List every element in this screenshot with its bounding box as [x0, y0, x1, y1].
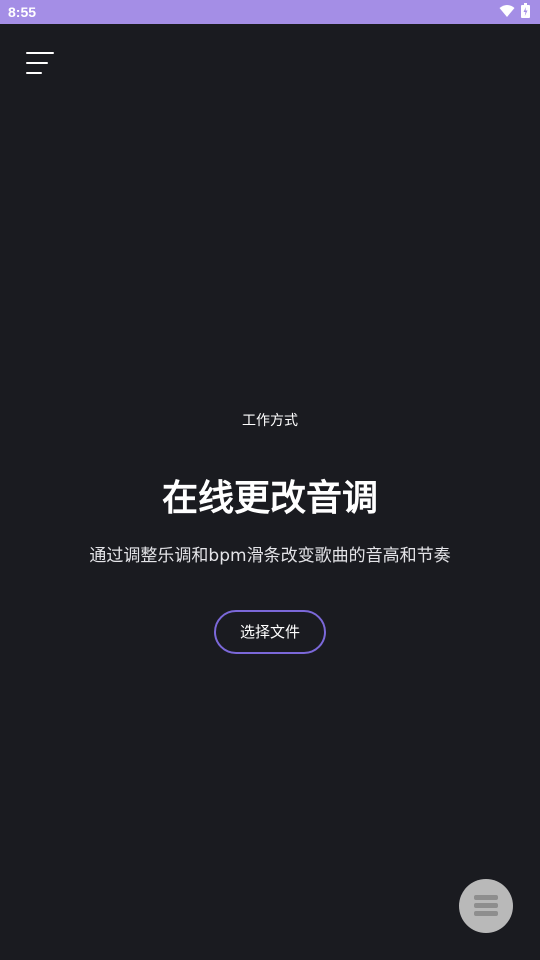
floating-menu-button[interactable]: [459, 879, 513, 933]
status-time: 8:55: [8, 4, 37, 20]
page-title: 在线更改音调: [161, 478, 378, 519]
app-screen: 8:55 工作方式 在线更改音调 通过调整乐调和bpm滑条改变歌曲的音高和节奏 …: [0, 0, 540, 960]
wifi-icon: [499, 3, 515, 22]
hamburger-menu-icon: [20, 52, 60, 86]
status-icons: [499, 2, 530, 22]
battery-icon: [521, 2, 530, 22]
menu-button[interactable]: [20, 46, 60, 82]
section-subtitle: 工作方式: [242, 413, 298, 429]
page-description: 通过调整乐调和bpm滑条改变歌曲的音高和节奏: [89, 546, 451, 566]
status-bar: 8:55: [0, 0, 540, 24]
select-file-button[interactable]: 选择文件: [214, 610, 326, 654]
